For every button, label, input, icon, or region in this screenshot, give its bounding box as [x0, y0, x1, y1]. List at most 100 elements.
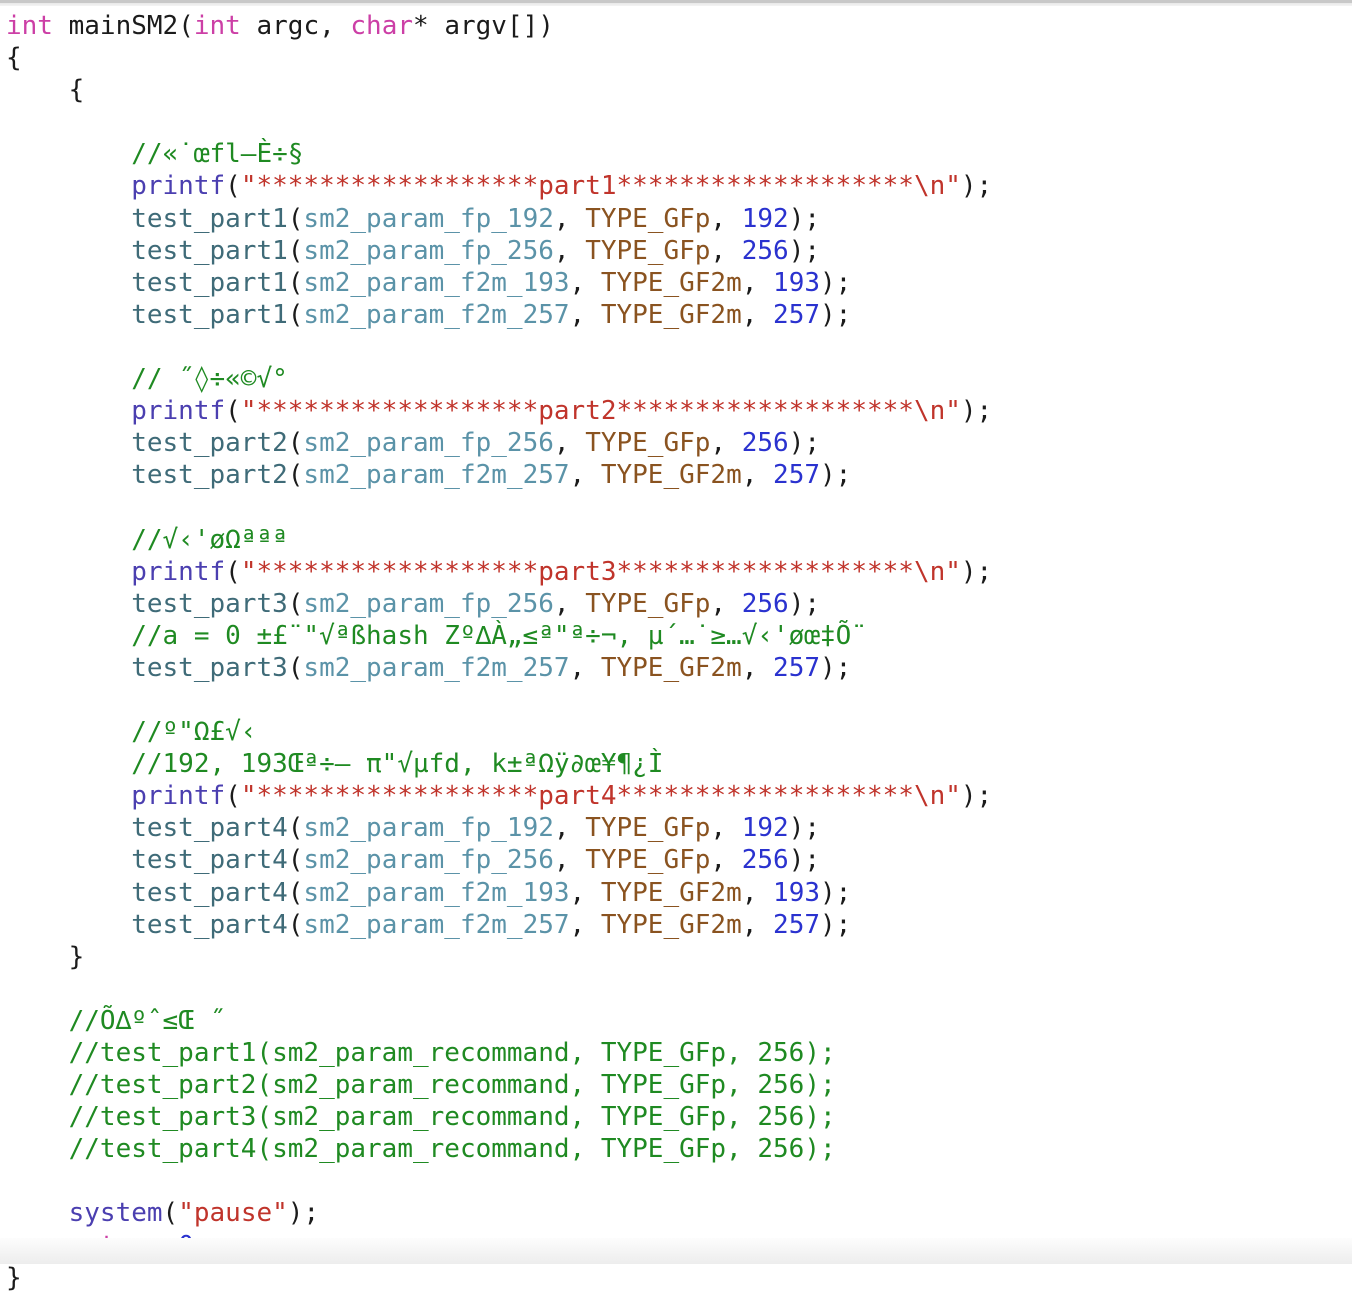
line-comment-trailing: //test_part1(sm2_param_recommand, TYPE_G… [0, 1037, 1352, 1069]
paren-close-semicolon: ); [820, 460, 852, 491]
arg-type-constant: TYPE_GFp [585, 588, 711, 619]
paren-open: ( [287, 299, 304, 330]
string-quote-close: " [945, 556, 961, 587]
line-printf-part3: printf("******************part3*********… [0, 556, 1352, 588]
paren-close-semicolon: ); [287, 1198, 320, 1229]
keyword-int-argc: int [193, 11, 241, 41]
param-argc: argc, [240, 11, 351, 41]
paren-open: ( [225, 781, 241, 812]
paren-open: ( [287, 588, 304, 619]
string-stars-left: ****************** [256, 781, 539, 812]
string-label: part2 [538, 396, 617, 427]
arg-type-constant: TYPE_GF2m [600, 652, 742, 683]
paren-close-semicolon: ); [788, 588, 821, 619]
line-function-signature: int mainSM2(int argc, char* argv[]) [0, 10, 1352, 42]
comment-text: //test_part2(sm2_param_recommand, TYPE_G… [6, 1070, 836, 1101]
arg-separator: , [569, 652, 601, 683]
paren-open: ( [287, 235, 304, 266]
arg-number: 256 [741, 845, 789, 876]
string-stars-left: ****************** [256, 556, 539, 587]
arg-number: 257 [773, 460, 821, 491]
paren-open: ( [287, 203, 304, 234]
arg-type-constant: TYPE_GF2m [600, 909, 742, 940]
line-call: test_part1(sm2_param_f2m_193, TYPE_GF2m,… [0, 267, 1352, 299]
function-call-name: test_part4 [6, 909, 288, 940]
brace-close-inner: } [6, 941, 85, 972]
arg-type-constant: TYPE_GFp [585, 813, 711, 844]
arg-type-constant: TYPE_GF2m [600, 460, 742, 491]
arg-separator: , [741, 267, 774, 298]
string-quote-open: " [178, 1198, 194, 1229]
line-blank [0, 331, 1352, 363]
line-blank [0, 1165, 1352, 1197]
arg-separator: , [710, 588, 742, 619]
arg-param-identifier: sm2_param_fp_256 [303, 845, 554, 876]
string-stars-left: ****************** [256, 396, 539, 427]
horizontal-scrollbar-thumb[interactable] [0, 0, 1352, 3]
paren-close-semicolon: ); [788, 235, 821, 266]
arg-separator: , [741, 460, 774, 491]
string-stars-right: ******************* [616, 171, 914, 202]
paren-open: ( [287, 909, 304, 940]
code-editor: int mainSM2(int argc, char* argv[]) { { … [0, 0, 1352, 1293]
paren-open: ( [225, 171, 241, 202]
comment-text: //√‹'øΩªªª [6, 524, 288, 555]
function-printf: printf [6, 556, 226, 587]
comment-text: //Õ∆ºˆ≤Œ ˝ [6, 1005, 226, 1036]
line-printf-part2: printf("******************part2*********… [0, 395, 1352, 427]
arg-type-constant: TYPE_GFp [585, 845, 711, 876]
arg-type-constant: TYPE_GFp [585, 235, 711, 266]
arg-separator: , [741, 909, 774, 940]
paren-open: ( [287, 267, 304, 298]
line-comment-trailing: //test_part2(sm2_param_recommand, TYPE_G… [0, 1069, 1352, 1101]
arg-param-identifier: sm2_param_f2m_257 [303, 299, 570, 330]
line-comment-block3: //√‹'øΩªªª [0, 524, 1352, 556]
line-comment-block4: //º"Ω£√‹ [0, 716, 1352, 748]
function-name-mainsm2: mainSM2( [52, 11, 194, 41]
function-system: system [6, 1198, 163, 1229]
arg-type-constant: TYPE_GF2m [600, 299, 742, 330]
arg-param-identifier: sm2_param_f2m_257 [303, 909, 570, 940]
paren-close-semicolon: ); [788, 203, 821, 234]
function-call-name: test_part3 [6, 652, 288, 683]
paren-close-semicolon: ); [820, 652, 852, 683]
comment-text: //test_part1(sm2_param_recommand, TYPE_G… [6, 1038, 836, 1068]
function-printf: printf [6, 396, 226, 427]
keyword-int: int [6, 11, 53, 41]
arg-separator: , [710, 203, 742, 234]
function-call-name: test_part4 [6, 877, 288, 908]
arg-separator: , [741, 299, 774, 330]
paren-close-semicolon: ); [820, 299, 852, 330]
arg-separator: , [569, 909, 601, 940]
keyword-char: char [350, 11, 414, 41]
arg-separator: , [569, 299, 601, 330]
function-call-name: test_part2 [6, 460, 288, 491]
function-printf: printf [6, 781, 226, 812]
string-quote-open: " [240, 781, 257, 812]
paren-close-semicolon: ); [960, 781, 993, 812]
paren-open: ( [287, 813, 304, 844]
string-escape-newline: \n [913, 171, 946, 202]
arg-param-identifier: sm2_param_fp_192 [303, 813, 554, 844]
string-stars-right: ******************* [616, 396, 914, 427]
arg-param-identifier: sm2_param_f2m_257 [303, 460, 570, 491]
arg-separator: , [553, 203, 586, 234]
line-call: test_part3(sm2_param_fp_256, TYPE_GFp, 2… [0, 588, 1352, 620]
string-pause: pause [193, 1198, 273, 1229]
line-call: test_part4(sm2_param_fp_256, TYPE_GFp, 2… [0, 844, 1352, 876]
brace-close-outer: } [6, 1262, 22, 1293]
line-comment-trailing: //test_part4(sm2_param_recommand, TYPE_G… [0, 1133, 1352, 1165]
function-call-name: test_part3 [6, 588, 288, 619]
paren-open: ( [287, 460, 304, 491]
line-comment-hash-note: //a = 0 ±£¨"√ªßhash Zº∆À„≤ª"ª÷¬, µ´…˙≥…√… [0, 620, 1352, 652]
arg-separator: , [710, 428, 742, 459]
arg-separator: , [569, 267, 601, 298]
comment-text: //«˙œfl–È÷§ [6, 139, 304, 170]
paren-close-semicolon: ); [820, 267, 852, 298]
function-call-name: test_part2 [6, 428, 288, 459]
arg-param-identifier: sm2_param_f2m_193 [303, 267, 570, 298]
line-brace-open-outer: { [0, 42, 1352, 74]
paren-close-semicolon: ); [820, 909, 852, 940]
code-text-area[interactable]: int mainSM2(int argc, char* argv[]) { { … [0, 6, 1352, 1293]
line-comment-block1: //«˙œfl–È÷§ [0, 138, 1352, 170]
